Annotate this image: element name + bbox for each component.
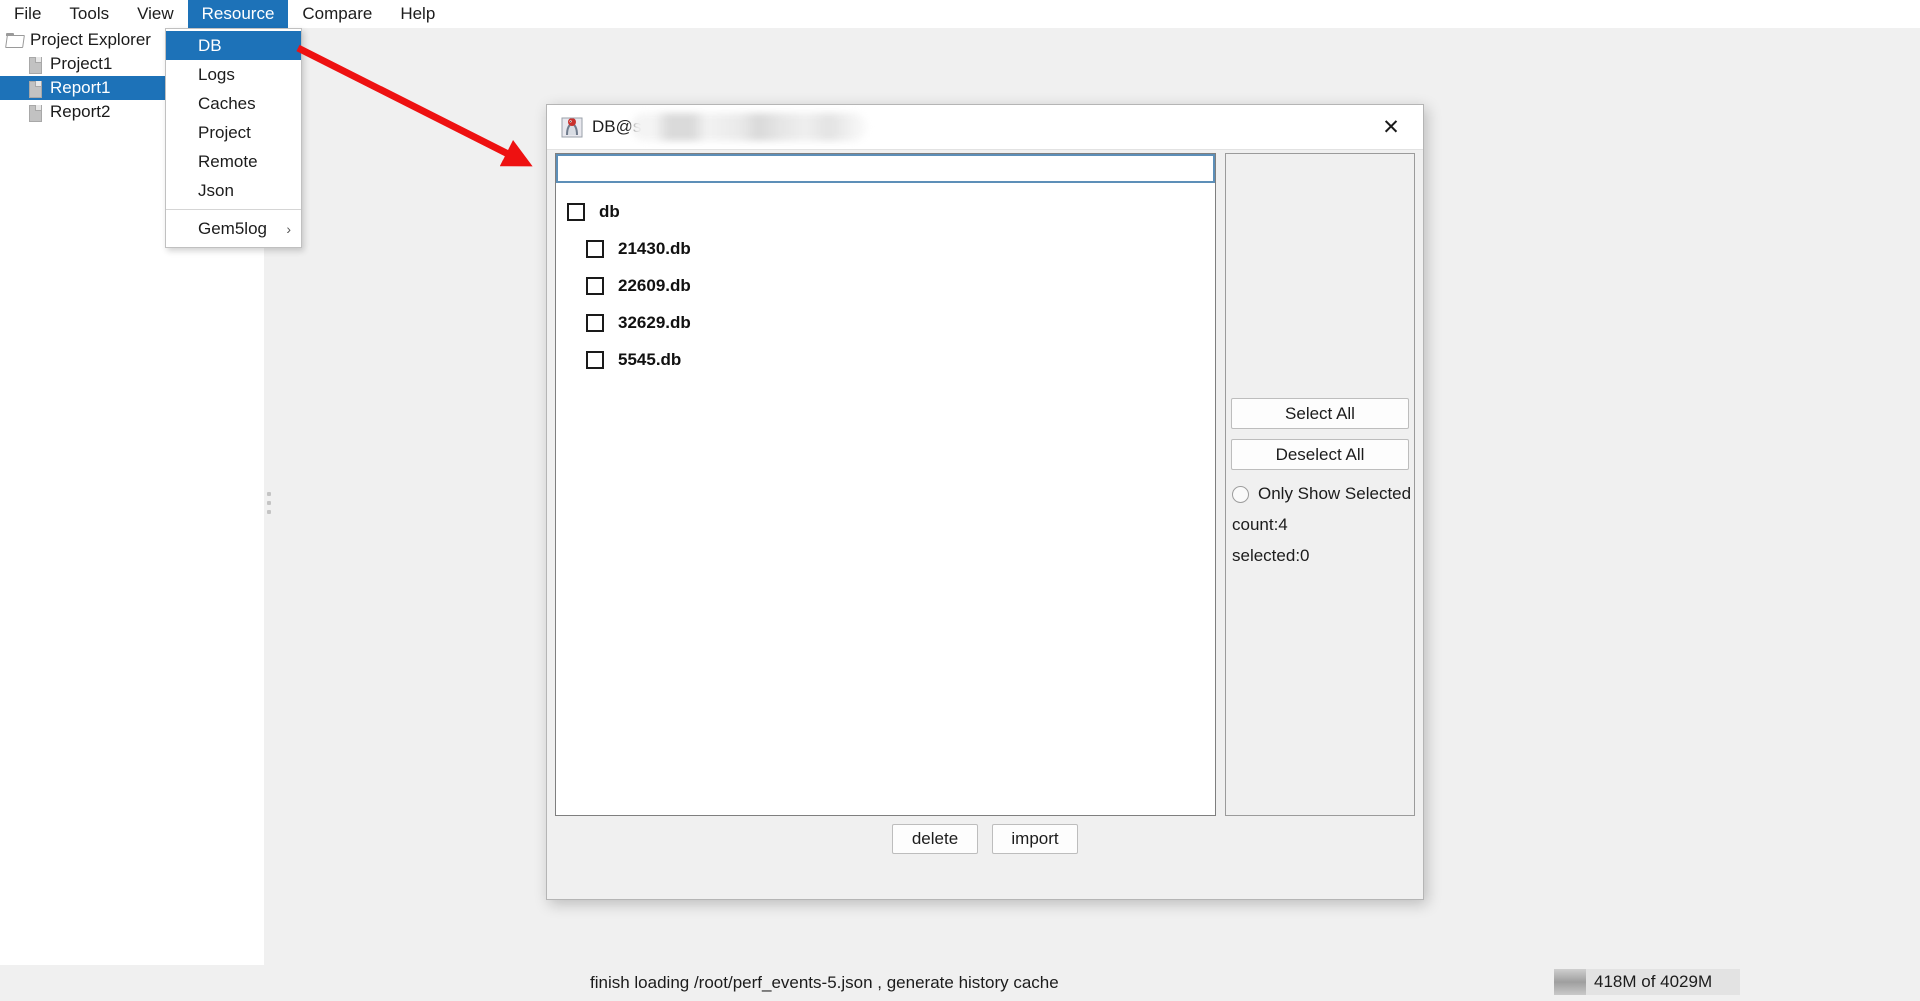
tree-label-root: Project Explorer: [30, 30, 151, 49]
menu-separator: [166, 209, 301, 210]
splitter-grip-handle[interactable]: [267, 492, 271, 514]
tree-item-label: 5545.db: [618, 349, 682, 369]
status-bar: finish loading /root/perf_events-5.json …: [0, 965, 1920, 1001]
file-icon: [26, 56, 44, 74]
resource-dropdown-menu: DB Logs Caches Project Remote Json Gem5l…: [165, 28, 302, 248]
folder-icon: [6, 32, 24, 48]
menu-compare[interactable]: Compare: [288, 0, 386, 28]
memory-progress-fill: [1554, 969, 1586, 995]
radio-icon: [1232, 485, 1249, 503]
count-label: count:4: [1232, 515, 1288, 534]
checkbox-22609-db[interactable]: [586, 276, 604, 295]
status-message: finish loading /root/perf_events-5.json …: [590, 973, 1059, 992]
checkbox-db[interactable]: [567, 202, 585, 221]
menu-help[interactable]: Help: [386, 0, 449, 28]
only-show-selected-radio[interactable]: Only Show Selected: [1226, 480, 1414, 504]
file-icon: [26, 80, 44, 98]
menu-view[interactable]: View: [123, 0, 188, 28]
tree-label-report2: Report2: [50, 102, 111, 121]
memory-label: 418M of 4029M: [1594, 972, 1713, 991]
db-list-panel: db 21430.db 22609.db 32629.db 5545.db: [555, 153, 1216, 816]
menu-item-gem5log[interactable]: Gem5log ›: [166, 214, 301, 243]
menu-bar: File Tools View Resource Compare Help: [0, 0, 1920, 28]
tree-item-5545-db[interactable]: 5545.db: [556, 341, 1215, 378]
tree-item-label: db: [599, 201, 620, 221]
delete-button[interactable]: delete: [892, 824, 978, 854]
menu-item-json[interactable]: Json: [166, 176, 301, 205]
side-panel-spacer: [1226, 154, 1414, 398]
grip-dot: [267, 510, 271, 514]
menu-file[interactable]: File: [0, 0, 55, 28]
tree-label-report1: Report1: [50, 78, 111, 97]
tree-label-project1: Project1: [50, 54, 113, 73]
import-button[interactable]: import: [992, 824, 1078, 854]
menu-resource[interactable]: Resource: [187, 0, 289, 28]
deselect-all-button[interactable]: Deselect All: [1231, 439, 1409, 470]
db-dialog: DB@s ✕ db 21430.db 22609.db 32629.db 554…: [546, 104, 1424, 900]
select-all-button[interactable]: Select All: [1231, 398, 1409, 429]
java-duke-icon: [561, 116, 583, 138]
tree-item-label: 32629.db: [618, 312, 691, 332]
grip-dot: [267, 501, 271, 505]
tree-item-21430-db[interactable]: 21430.db: [556, 230, 1215, 267]
tree-item-label: 21430.db: [618, 238, 691, 258]
dialog-footer: delete import: [547, 823, 1423, 855]
checkbox-5545-db[interactable]: [586, 350, 604, 369]
selected-label: selected:0: [1232, 546, 1310, 565]
checkbox-21430-db[interactable]: [586, 239, 604, 258]
db-checkbox-tree: db 21430.db 22609.db 32629.db 5545.db: [556, 186, 1215, 815]
title-redaction-blur: [631, 113, 867, 141]
dialog-body: db 21430.db 22609.db 32629.db 5545.db Se…: [547, 149, 1423, 855]
file-icon: [26, 104, 44, 122]
dialog-title-bar: DB@s ✕: [547, 105, 1423, 150]
grip-dot: [267, 492, 271, 496]
menu-item-logs[interactable]: Logs: [166, 60, 301, 89]
menu-tools[interactable]: Tools: [55, 0, 123, 28]
only-show-selected-label: Only Show Selected: [1258, 484, 1412, 503]
menu-item-gem5log-label: Gem5log: [198, 218, 267, 238]
close-icon[interactable]: ✕: [1371, 105, 1411, 149]
tree-item-db[interactable]: db: [556, 193, 1215, 230]
tree-item-32629-db[interactable]: 32629.db: [556, 304, 1215, 341]
menu-item-remote[interactable]: Remote: [166, 147, 301, 176]
tree-item-label: 22609.db: [618, 275, 691, 295]
tree-item-22609-db[interactable]: 22609.db: [556, 267, 1215, 304]
db-side-panel: Select All Deselect All Only Show Select…: [1225, 153, 1415, 816]
search-input[interactable]: [556, 154, 1215, 183]
menu-item-caches[interactable]: Caches: [166, 89, 301, 118]
chevron-right-icon: ›: [286, 220, 291, 237]
checkbox-32629-db[interactable]: [586, 313, 604, 332]
menu-item-db[interactable]: DB: [166, 31, 301, 60]
menu-item-project[interactable]: Project: [166, 118, 301, 147]
memory-indicator[interactable]: 418M of 4029M: [1554, 969, 1740, 995]
